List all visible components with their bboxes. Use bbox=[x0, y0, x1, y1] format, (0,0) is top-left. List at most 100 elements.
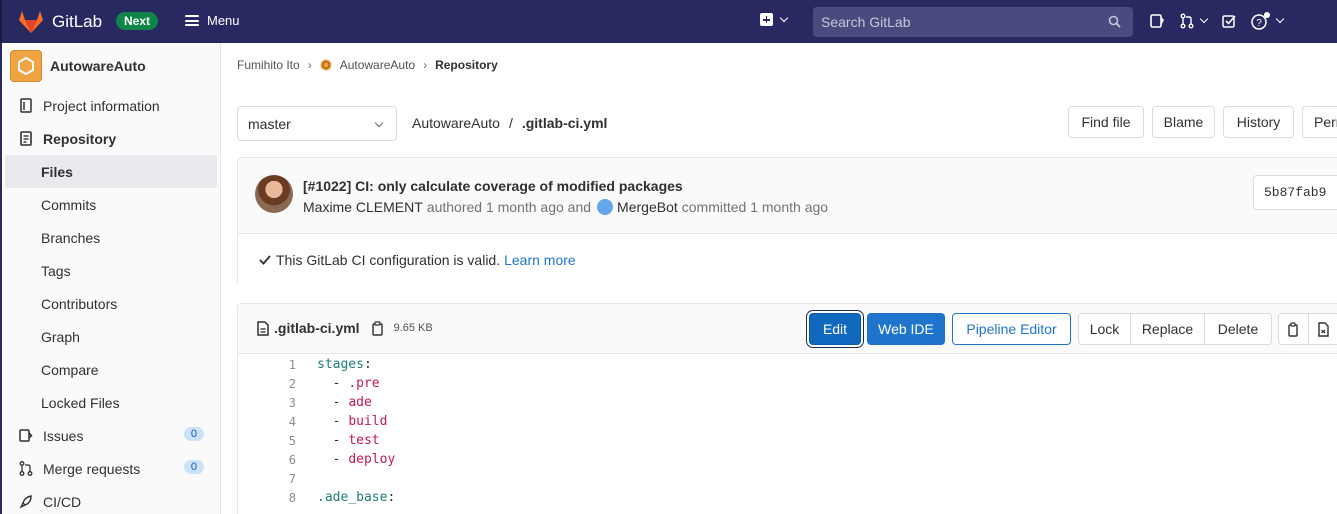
open-raw-button[interactable] bbox=[1309, 314, 1337, 344]
sidebar-item-ci-cd[interactable]: CI/CD bbox=[2, 485, 220, 514]
nav-icons: ? bbox=[1149, 12, 1285, 30]
raw-file-icon bbox=[1318, 321, 1329, 337]
line-number[interactable]: 7 bbox=[238, 472, 296, 486]
breadcrumb-current[interactable]: Repository bbox=[435, 58, 498, 72]
search-box[interactable] bbox=[813, 7, 1133, 37]
commit-author[interactable]: Maxime CLEMENT bbox=[303, 199, 423, 215]
file-actions-group: Lock Replace Delete bbox=[1078, 313, 1272, 345]
todos-nav-button[interactable] bbox=[1221, 13, 1237, 29]
project-header[interactable]: AutowareAuto bbox=[2, 43, 220, 89]
code-line: 2 - .pre bbox=[238, 374, 1337, 393]
commit-committer[interactable]: MergeBot bbox=[617, 199, 678, 215]
sidebar-item-repository[interactable]: Repository bbox=[2, 122, 220, 155]
sidebar-item-graph[interactable]: Graph bbox=[2, 320, 220, 353]
help-nav-button[interactable]: ? bbox=[1251, 12, 1285, 30]
file-tools-group bbox=[1278, 313, 1337, 345]
sidebar-item-branches[interactable]: Branches bbox=[2, 221, 220, 254]
yaml-value: ade bbox=[348, 395, 372, 410]
sidebar-item-contributors[interactable]: Contributors bbox=[2, 287, 220, 320]
chevron-down-icon bbox=[1199, 14, 1209, 24]
commit-committed-text: committed 1 month ago bbox=[681, 199, 829, 215]
line-number[interactable]: 5 bbox=[238, 434, 296, 448]
pipeline-editor-button[interactable]: Pipeline Editor bbox=[952, 313, 1071, 345]
search-input[interactable] bbox=[821, 14, 1101, 30]
code-line: 4 - build bbox=[238, 412, 1337, 431]
merge-requests-count-badge: 0 bbox=[183, 460, 204, 474]
plus-square-icon bbox=[760, 13, 773, 26]
yaml-value: build bbox=[348, 414, 388, 429]
replace-button[interactable]: Replace bbox=[1131, 314, 1205, 344]
code-line: 3 - ade bbox=[238, 393, 1337, 412]
hamburger-icon bbox=[185, 15, 199, 26]
copy-icon bbox=[1288, 321, 1298, 337]
project-name: AutowareAuto bbox=[50, 58, 146, 74]
project-info-icon bbox=[18, 98, 34, 113]
commit-title[interactable]: [#1022] CI: only calculate coverage of m… bbox=[303, 178, 683, 194]
line-number[interactable]: 8 bbox=[238, 491, 296, 505]
line-number[interactable]: 6 bbox=[238, 453, 296, 467]
blame-button[interactable]: Blame bbox=[1152, 106, 1215, 138]
yaml-key: stages bbox=[317, 357, 364, 372]
line-number[interactable]: 1 bbox=[238, 358, 296, 372]
copy-path-icon[interactable] bbox=[370, 320, 384, 336]
brand-name[interactable]: GitLab bbox=[52, 12, 102, 32]
help-icon: ? bbox=[1251, 12, 1270, 30]
path-file-name[interactable]: .gitlab-ci.yml bbox=[522, 115, 608, 131]
issues-icon bbox=[1150, 14, 1164, 28]
line-number[interactable]: 2 bbox=[238, 377, 296, 391]
delete-button[interactable]: Delete bbox=[1205, 314, 1271, 344]
branch-selector[interactable]: master bbox=[237, 106, 397, 141]
learn-more-link[interactable]: Learn more bbox=[504, 252, 576, 268]
sidebar-item-commits[interactable]: Commits bbox=[2, 188, 220, 221]
code-line: 7 bbox=[238, 469, 1337, 488]
history-button[interactable]: History bbox=[1223, 106, 1294, 138]
code-line: 6 - deploy bbox=[238, 450, 1337, 469]
path-separator: / bbox=[508, 115, 513, 131]
sidebar-item-tags[interactable]: Tags bbox=[2, 254, 220, 287]
mergebot-avatar-icon bbox=[597, 199, 614, 215]
sidebar-item-issues[interactable]: Issues 0 bbox=[2, 419, 220, 452]
issues-count-badge: 0 bbox=[183, 427, 204, 441]
menu-button[interactable]: Menu bbox=[185, 13, 240, 28]
gitlab-logo-icon[interactable] bbox=[18, 10, 44, 34]
sidebar-item-label: Locked Files bbox=[41, 394, 120, 411]
sidebar-item-label: CI/CD bbox=[43, 493, 82, 510]
issues-nav-button[interactable] bbox=[1149, 13, 1165, 29]
sidebar-item-label: Contributors bbox=[41, 295, 118, 312]
edit-button[interactable]: Edit bbox=[809, 313, 861, 345]
sidebar-item-files[interactable]: Files bbox=[5, 155, 217, 188]
line-number[interactable]: 3 bbox=[238, 396, 296, 410]
breadcrumb-user[interactable]: Fumihito Ito bbox=[237, 58, 300, 72]
last-commit-panel: [#1022] CI: only calculate coverage of m… bbox=[237, 157, 1337, 286]
sidebar-item-project-information[interactable]: Project information bbox=[2, 89, 220, 122]
ci-lint-status: This GitLab CI configuration is valid. L… bbox=[238, 233, 1337, 286]
merge-requests-nav-button[interactable] bbox=[1179, 13, 1209, 29]
new-dropdown[interactable] bbox=[760, 13, 789, 26]
project-sidebar: AutowareAuto Project information Reposit… bbox=[0, 43, 221, 514]
project-avatar bbox=[10, 50, 42, 82]
commit-sha-button[interactable]: 5b87fab9 bbox=[1253, 175, 1337, 210]
find-file-button[interactable]: Find file bbox=[1068, 106, 1144, 138]
line-number[interactable]: 4 bbox=[238, 415, 296, 429]
file-icon bbox=[257, 320, 269, 336]
author-avatar[interactable] bbox=[255, 175, 293, 213]
file-title: .gitlab-ci.yml 9.65 KB bbox=[256, 320, 433, 336]
repository-icon bbox=[18, 131, 34, 146]
rocket-icon bbox=[18, 494, 34, 509]
sidebar-item-compare[interactable]: Compare bbox=[2, 353, 220, 386]
breadcrumb-project[interactable]: AutowareAuto bbox=[340, 58, 415, 72]
ci-status-text: This GitLab CI configuration is valid. bbox=[276, 252, 501, 268]
copy-contents-button[interactable] bbox=[1279, 314, 1309, 344]
menu-label: Menu bbox=[207, 13, 240, 28]
sidebar-item-locked-files[interactable]: Locked Files bbox=[2, 386, 220, 419]
path-project-link[interactable]: AutowareAuto bbox=[412, 115, 500, 131]
lock-button[interactable]: Lock bbox=[1079, 314, 1131, 344]
permalink-button[interactable]: Perma bbox=[1302, 106, 1337, 138]
branch-name: master bbox=[248, 115, 291, 132]
sidebar-item-merge-requests[interactable]: Merge requests 0 bbox=[2, 452, 220, 485]
web-ide-button[interactable]: Web IDE bbox=[867, 313, 945, 345]
yaml-value: test bbox=[348, 433, 380, 448]
code-line: 8 .ade_base: bbox=[238, 488, 1337, 507]
next-badge[interactable]: Next bbox=[116, 12, 159, 30]
issues-icon bbox=[18, 428, 34, 443]
